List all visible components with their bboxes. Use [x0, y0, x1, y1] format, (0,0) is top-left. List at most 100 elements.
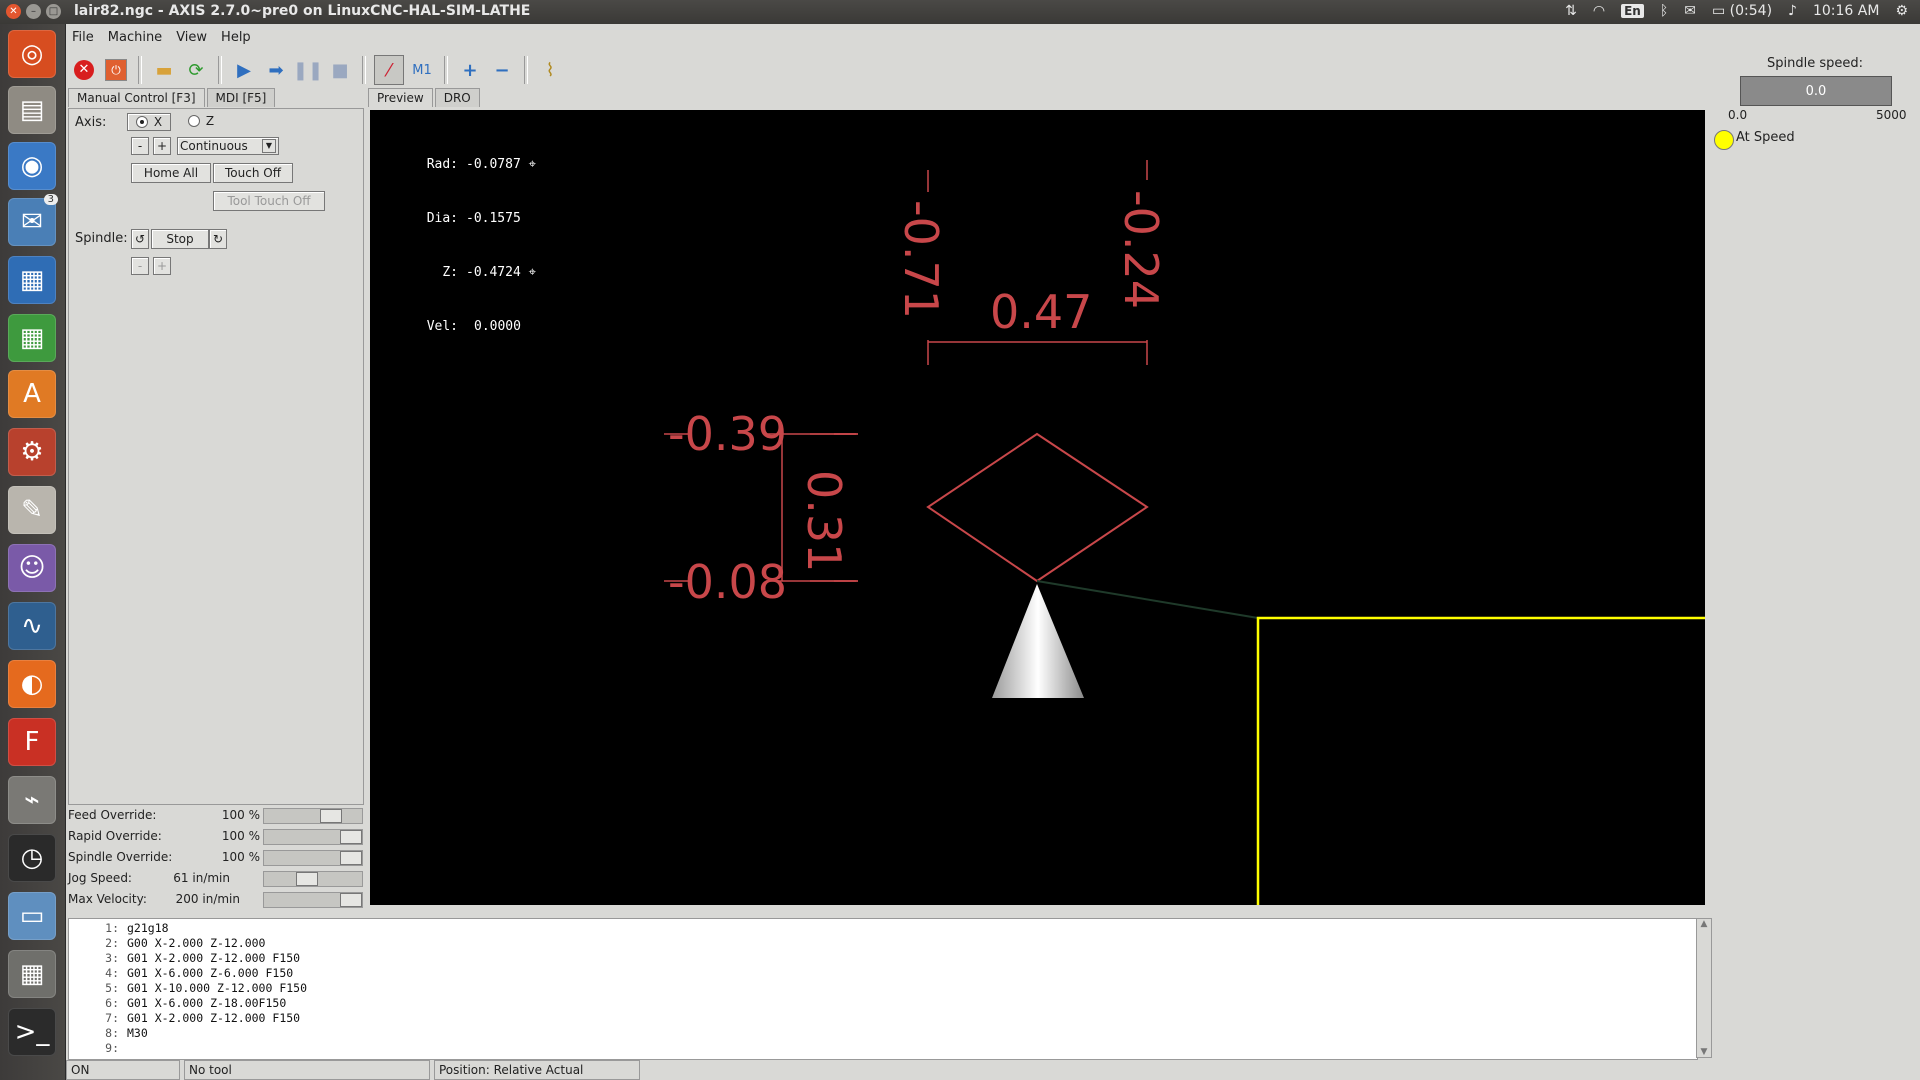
gcode-line-number: 5:: [105, 981, 119, 995]
reload-file-button[interactable]: ⟳: [182, 56, 210, 84]
run-button[interactable]: ▶: [230, 56, 258, 84]
zoom-out-button[interactable]: −: [488, 56, 516, 84]
clear-plot-button[interactable]: ⌇: [536, 56, 564, 84]
thunderbird-icon[interactable]: ✉ 3: [8, 194, 58, 246]
slider-thumb[interactable]: [320, 809, 342, 823]
tab-preview[interactable]: Preview: [368, 88, 433, 107]
tab-manual-control[interactable]: Manual Control [F3]: [68, 88, 205, 107]
gcode-line[interactable]: 7: G01 X-2.000 Z-12.000 F150: [69, 1011, 1697, 1026]
gcode-line[interactable]: 9:: [69, 1041, 1697, 1056]
settings-gear-icon[interactable]: ⚙: [1895, 3, 1908, 19]
gcode-scrollbar[interactable]: ▲ ▼: [1696, 918, 1712, 1058]
jog-speed-value: 61 in/min: [173, 871, 230, 885]
home-all-button[interactable]: Home All: [131, 163, 211, 183]
machine-power-button[interactable]: ⏻: [102, 56, 130, 84]
freecad-icon[interactable]: F: [8, 718, 56, 766]
tab-dro[interactable]: DRO: [434, 88, 480, 107]
slider-thumb[interactable]: [296, 872, 318, 886]
maximize-window-button[interactable]: □: [46, 4, 61, 19]
spindle-speed-max: 5000: [1876, 108, 1907, 122]
tools-icon[interactable]: ✎: [8, 486, 56, 534]
spindle-override-slider[interactable]: [263, 850, 363, 866]
touch-off-button[interactable]: Touch Off: [213, 163, 293, 183]
gcode-line-number: 7:: [105, 1011, 119, 1025]
slider-thumb[interactable]: [340, 893, 362, 907]
tool-touch-off-button[interactable]: Tool Touch Off: [213, 191, 325, 211]
estop-button[interactable]: ✕: [70, 56, 98, 84]
step-button[interactable]: ➡: [262, 56, 290, 84]
slider-thumb[interactable]: [340, 851, 362, 865]
axis-z-radio[interactable]: Z: [185, 113, 217, 129]
jog-mode-select[interactable]: Continuous ▼: [177, 137, 279, 155]
clock[interactable]: 10:16 AM: [1813, 3, 1879, 19]
battery-indicator[interactable]: ▭ (0:54): [1712, 3, 1772, 19]
system-monitor-icon[interactable]: ∿: [8, 602, 56, 650]
jog-minus-button[interactable]: -: [131, 137, 149, 155]
gcode-text: G01 X-6.000 Z-18.00F150: [127, 996, 287, 1010]
jog-speed-slider[interactable]: [263, 871, 363, 887]
jog-plus-button[interactable]: +: [153, 137, 171, 155]
max-velocity-slider[interactable]: [263, 892, 363, 908]
slider-thumb[interactable]: [340, 830, 362, 844]
menu-view[interactable]: View: [176, 30, 207, 45]
feed-override-slider[interactable]: [263, 808, 363, 824]
gcode-line[interactable]: 6: G01 X-6.000 Z-18.00F150: [69, 996, 1697, 1011]
spindle-faster-button[interactable]: +: [153, 257, 171, 275]
gcode-listing[interactable]: 1: g21g18 2: G00 X-2.000 Z-12.000 3: G01 X-…: [68, 918, 1698, 1060]
remote-desktop-icon[interactable]: ▭: [8, 892, 56, 940]
preview-canvas[interactable]: Rad: -0.0787 ⌖ Dia: -0.1575 Z: -0.4724 ⌖ Ve…: [370, 110, 1705, 905]
gcode-text: g21g18: [127, 921, 169, 935]
scroll-up-icon[interactable]: ▲: [1697, 919, 1711, 929]
files-icon[interactable]: ▤: [8, 86, 56, 134]
keyboard-language-indicator[interactable]: En: [1621, 4, 1644, 18]
jog-speed-label: Jog Speed:: [68, 871, 132, 885]
spindle-reverse-button[interactable]: ↺: [131, 229, 149, 249]
block-delete-toggle[interactable]: ⁄: [374, 55, 404, 85]
optional-stop-toggle[interactable]: M1: [408, 56, 436, 84]
spindle-slower-button[interactable]: -: [131, 257, 149, 275]
pidgin-icon[interactable]: ☺: [8, 544, 56, 592]
calculator-icon[interactable]: ▦: [8, 950, 56, 998]
dim-height-label: 0.31: [797, 470, 851, 572]
gcode-line[interactable]: 1: g21g18: [69, 921, 1697, 936]
open-file-button[interactable]: ▬: [150, 56, 178, 84]
stop-button[interactable]: ■: [326, 56, 354, 84]
network-icon[interactable]: ⇅: [1565, 3, 1577, 19]
gcode-line[interactable]: 3: G01 X-2.000 Z-12.000 F150: [69, 951, 1697, 966]
pause-button[interactable]: ❚❚: [293, 56, 323, 84]
zoom-in-button[interactable]: +: [456, 56, 484, 84]
gcode-text: G01 X-2.000 Z-12.000 F150: [127, 1011, 301, 1025]
menu-machine[interactable]: Machine: [108, 30, 162, 45]
minimize-window-button[interactable]: –: [26, 4, 41, 19]
menu-file[interactable]: File: [72, 30, 94, 45]
rapid-override-slider[interactable]: [263, 829, 363, 845]
jog-mode-value: Continuous: [180, 139, 248, 153]
clock-app-icon[interactable]: ◷: [8, 834, 56, 882]
calc-icon[interactable]: ▦: [8, 314, 56, 362]
writer-icon[interactable]: ▦: [8, 256, 56, 304]
terminal-icon[interactable]: >_: [8, 1008, 56, 1056]
close-window-button[interactable]: ✕: [6, 4, 21, 19]
wifi-icon[interactable]: ◠: [1593, 3, 1605, 19]
scroll-down-icon[interactable]: ▼: [1697, 1047, 1711, 1057]
firefox-icon[interactable]: ◐: [8, 660, 56, 708]
software-center-icon[interactable]: A: [8, 370, 56, 418]
mail-icon[interactable]: ✉: [1684, 3, 1696, 19]
spindle-stop-button[interactable]: Stop: [151, 229, 209, 249]
dim-width-label: 0.47: [990, 285, 1092, 339]
bluetooth-icon[interactable]: ᛒ: [1660, 3, 1668, 19]
gcode-line[interactable]: 5: G01 X-10.000 Z-12.000 F150: [69, 981, 1697, 996]
axis-x-radio[interactable]: X: [127, 113, 171, 131]
gcode-line[interactable]: 4: G01 X-6.000 Z-6.000 F150: [69, 966, 1697, 981]
chromium-icon[interactable]: ◉: [8, 142, 56, 190]
linuxcnc-icon[interactable]: ⌁: [8, 776, 56, 824]
preview-tabs: Preview DRO: [368, 88, 480, 107]
gcode-line[interactable]: 8: M30: [69, 1026, 1697, 1041]
spindle-forward-button[interactable]: ↻: [209, 229, 227, 249]
system-settings-icon[interactable]: ⚙: [8, 428, 56, 476]
menu-help[interactable]: Help: [221, 30, 251, 45]
gcode-line[interactable]: 2: G00 X-2.000 Z-12.000: [69, 936, 1697, 951]
ubuntu-dash-icon[interactable]: ◎: [8, 30, 56, 78]
tab-mdi[interactable]: MDI [F5]: [206, 88, 276, 107]
volume-icon[interactable]: ♪: [1788, 3, 1797, 19]
